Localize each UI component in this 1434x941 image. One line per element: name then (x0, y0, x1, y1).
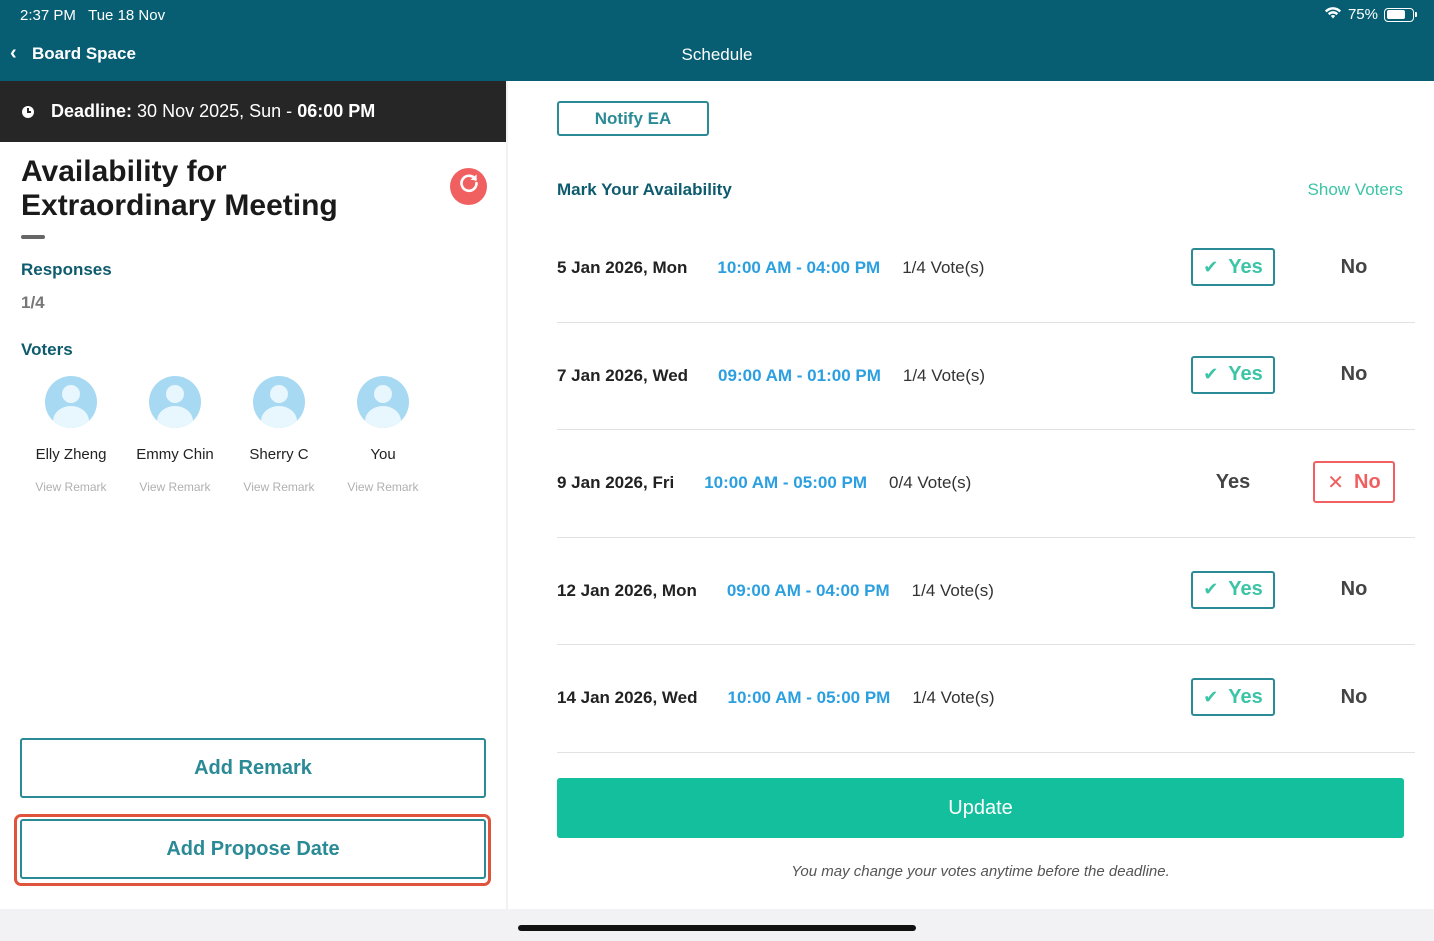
slot-row: 5 Jan 2026, Mon 10:00 AM - 04:00 PM 1/4 … (557, 215, 1415, 323)
no-button-selected[interactable]: ✕ No (1313, 461, 1395, 504)
view-remark-link[interactable]: View Remark (243, 480, 314, 494)
avatar (253, 376, 305, 428)
no-button[interactable]: No (1312, 248, 1396, 286)
no-button[interactable]: No (1312, 571, 1396, 609)
yes-label: Yes (1228, 255, 1263, 278)
slot-time: 09:00 AM - 04:00 PM (726, 580, 890, 600)
battery-icon (1384, 7, 1417, 22)
yes-button[interactable]: Yes (1191, 463, 1275, 501)
close-icon: ✕ (1327, 471, 1345, 494)
yes-button-selected[interactable]: ✔ Yes (1191, 355, 1275, 394)
voter-name: Emmy Chin (136, 446, 214, 463)
notify-ea-button[interactable]: Notify EA (557, 101, 709, 136)
yes-button-selected[interactable]: ✔ Yes (1191, 570, 1275, 609)
view-remark-link[interactable]: View Remark (347, 480, 418, 494)
battery-percent: 75% (1347, 6, 1378, 23)
add-remark-button[interactable]: Add Remark (20, 738, 486, 798)
deadline-note: You may change your votes anytime before… (791, 863, 1170, 880)
voter-name: You (370, 446, 396, 463)
voter-name: Elly Zheng (35, 446, 107, 463)
slot-date: 5 Jan 2026, Mon (557, 258, 688, 277)
check-icon: ✔ (1203, 686, 1219, 707)
divider (21, 235, 45, 239)
responses-count: 1/4 (21, 293, 45, 312)
yes-button-selected[interactable]: ✔ Yes (1191, 248, 1275, 286)
meeting-info-panel: Deadline: 30 Nov 2025, Sun - 06:00 PM Av… (0, 81, 506, 909)
slot-date: 12 Jan 2026, Mon (557, 580, 697, 600)
avatar (45, 376, 97, 428)
no-button[interactable]: No (1312, 678, 1396, 716)
refresh-icon (457, 171, 481, 202)
no-label: No (1354, 470, 1381, 493)
page-title: Schedule (681, 45, 753, 64)
deadline-label: Deadline: (51, 101, 133, 121)
availability-panel: Notify EA Mark Your Availability Show Vo… (508, 81, 1434, 909)
slot-list: 5 Jan 2026, Mon 10:00 AM - 04:00 PM 1/4 … (557, 215, 1415, 753)
voter-name: Sherry C (249, 446, 309, 463)
yes-button-selected[interactable]: ✔ Yes (1191, 678, 1275, 717)
slot-date: 7 Jan 2026, Wed (557, 365, 689, 385)
add-propose-date-button[interactable]: Add Propose Date (20, 819, 486, 879)
slot-votes: 1/4 Vote(s) (912, 688, 995, 708)
slot-time: 10:00 AM - 05:00 PM (727, 688, 891, 708)
slot-row: 14 Jan 2026, Wed 10:00 AM - 05:00 PM 1/4… (557, 645, 1415, 753)
slot-votes: 1/4 Vote(s) (911, 580, 994, 600)
update-button[interactable]: Update (557, 778, 1404, 838)
slot-time: 10:00 AM - 05:00 PM (704, 473, 868, 493)
status-bar-clock: 2:37 PM Tue 18 Nov (20, 7, 165, 24)
voter-item: Elly Zheng View Remark (19, 376, 123, 494)
slot-date: 14 Jan 2026, Wed (557, 688, 698, 708)
slot-row: 7 Jan 2026, Wed 09:00 AM - 01:00 PM 1/4 … (557, 323, 1415, 431)
avatar (149, 376, 201, 428)
voter-item: Emmy Chin View Remark (123, 376, 227, 494)
clock-icon (22, 105, 34, 118)
slot-time: 10:00 AM - 04:00 PM (717, 258, 881, 277)
voters-list: Elly Zheng View Remark Emmy Chin View Re… (19, 376, 435, 494)
no-button[interactable]: No (1312, 356, 1396, 394)
voters-label: Voters (21, 340, 73, 359)
deadline-date: 30 Nov 2025, Sun (137, 101, 282, 121)
deadline-bar: Deadline: 30 Nov 2025, Sun - 06:00 PM (0, 81, 506, 142)
slot-time: 09:00 AM - 01:00 PM (718, 365, 881, 385)
show-voters-link[interactable]: Show Voters (1308, 180, 1403, 200)
view-remark-link[interactable]: View Remark (35, 480, 106, 494)
avatar (357, 376, 409, 428)
meeting-title: Availability for Extraordinary Meeting (21, 155, 338, 222)
deadline-separator: - (286, 101, 293, 121)
slot-row: 12 Jan 2026, Mon 09:00 AM - 04:00 PM 1/4… (557, 538, 1415, 646)
deadline-time: 06:00 PM (297, 101, 376, 121)
slot-row: 9 Jan 2026, Fri 10:00 AM - 05:00 PM 0/4 … (557, 430, 1415, 538)
voter-item: Sherry C View Remark (227, 376, 331, 494)
check-icon: ✔ (1203, 256, 1219, 277)
slot-votes: 1/4 Vote(s) (902, 365, 986, 385)
responses-label: Responses (21, 260, 112, 279)
check-icon: ✔ (1203, 579, 1219, 600)
status-time: 2:37 PM (20, 7, 76, 24)
slot-votes: 0/4 Vote(s) (889, 473, 972, 493)
mark-availability-label: Mark Your Availability (557, 180, 732, 199)
check-icon: ✔ (1203, 364, 1219, 385)
yes-label: Yes (1228, 578, 1263, 601)
status-bar-right: 75% (1324, 6, 1417, 23)
home-indicator[interactable] (518, 925, 916, 931)
top-bar: 2:37 PM Tue 18 Nov 75% ‹ Board Space Sch… (0, 0, 1434, 81)
yes-label: Yes (1228, 363, 1263, 386)
view-remark-link[interactable]: View Remark (139, 480, 210, 494)
yes-label: Yes (1228, 685, 1263, 708)
slot-date: 9 Jan 2026, Fri (557, 473, 675, 493)
refresh-button[interactable] (450, 168, 487, 205)
status-date: Tue 18 Nov (88, 7, 166, 24)
wifi-icon (1324, 6, 1342, 23)
slot-votes: 1/4 Vote(s) (902, 258, 985, 277)
voter-item: You View Remark (331, 376, 435, 494)
